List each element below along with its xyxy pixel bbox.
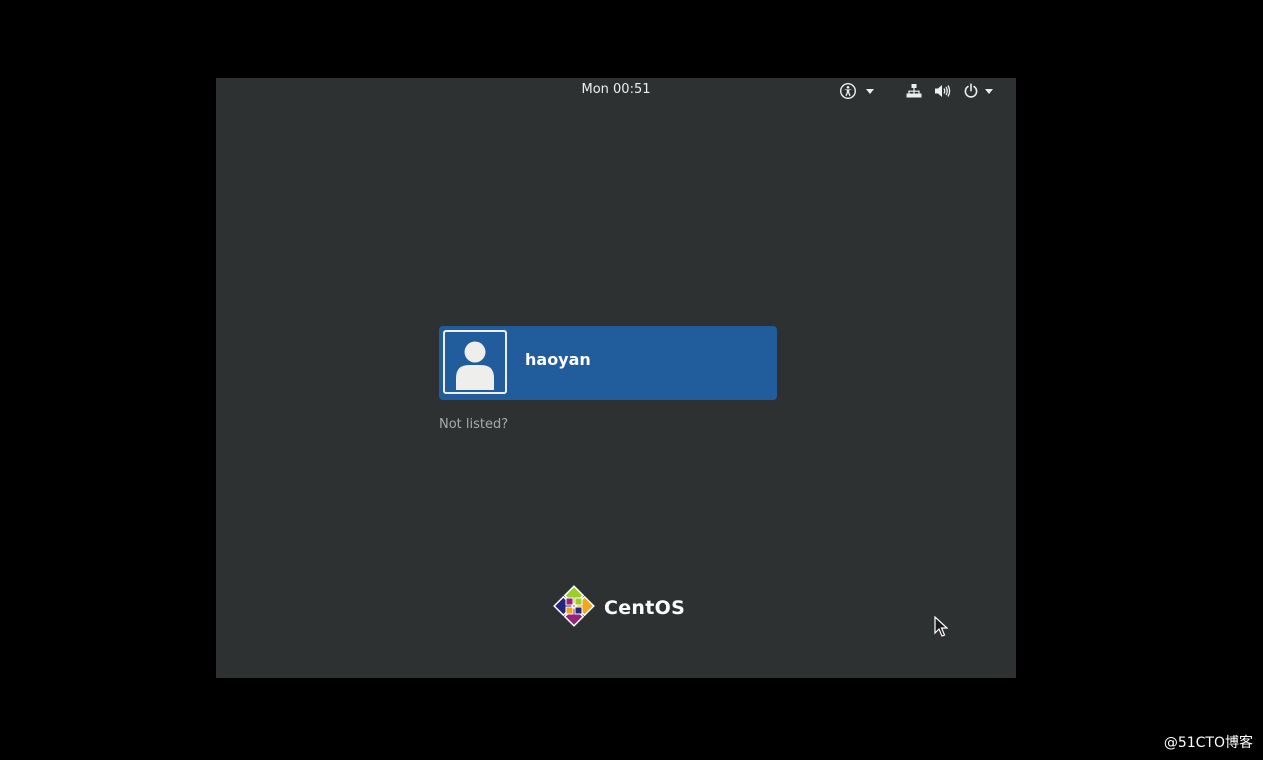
not-listed-link[interactable]: Not listed?: [439, 417, 508, 432]
power-icon: [963, 83, 979, 99]
top-bar: Mon 00:51: [216, 78, 1016, 104]
watermark: @51CTO博客: [1163, 735, 1253, 751]
power-menu-toggle: [963, 83, 993, 99]
system-menu[interactable]: [906, 82, 993, 100]
user-name: haoyan: [525, 350, 591, 369]
login-screen: Mon 00:51 haoyan Not listed? CentOS: [216, 78, 1016, 678]
centos-branding: CentOS: [552, 584, 685, 632]
network-wired-icon: [906, 83, 922, 99]
accessibility-icon: [840, 83, 856, 99]
centos-logo-text: CentOS: [604, 597, 686, 619]
clock[interactable]: Mon 00:51: [216, 82, 1016, 97]
user-list-item[interactable]: haoyan: [439, 326, 777, 400]
chevron-down-icon: [866, 88, 874, 94]
accessibility-menu[interactable]: [840, 82, 874, 100]
volume-icon: [934, 83, 951, 99]
centos-logo-icon: [552, 584, 596, 632]
mouse-pointer-icon: [934, 615, 949, 642]
user-avatar-icon: [443, 330, 507, 394]
chevron-down-icon: [985, 88, 993, 94]
